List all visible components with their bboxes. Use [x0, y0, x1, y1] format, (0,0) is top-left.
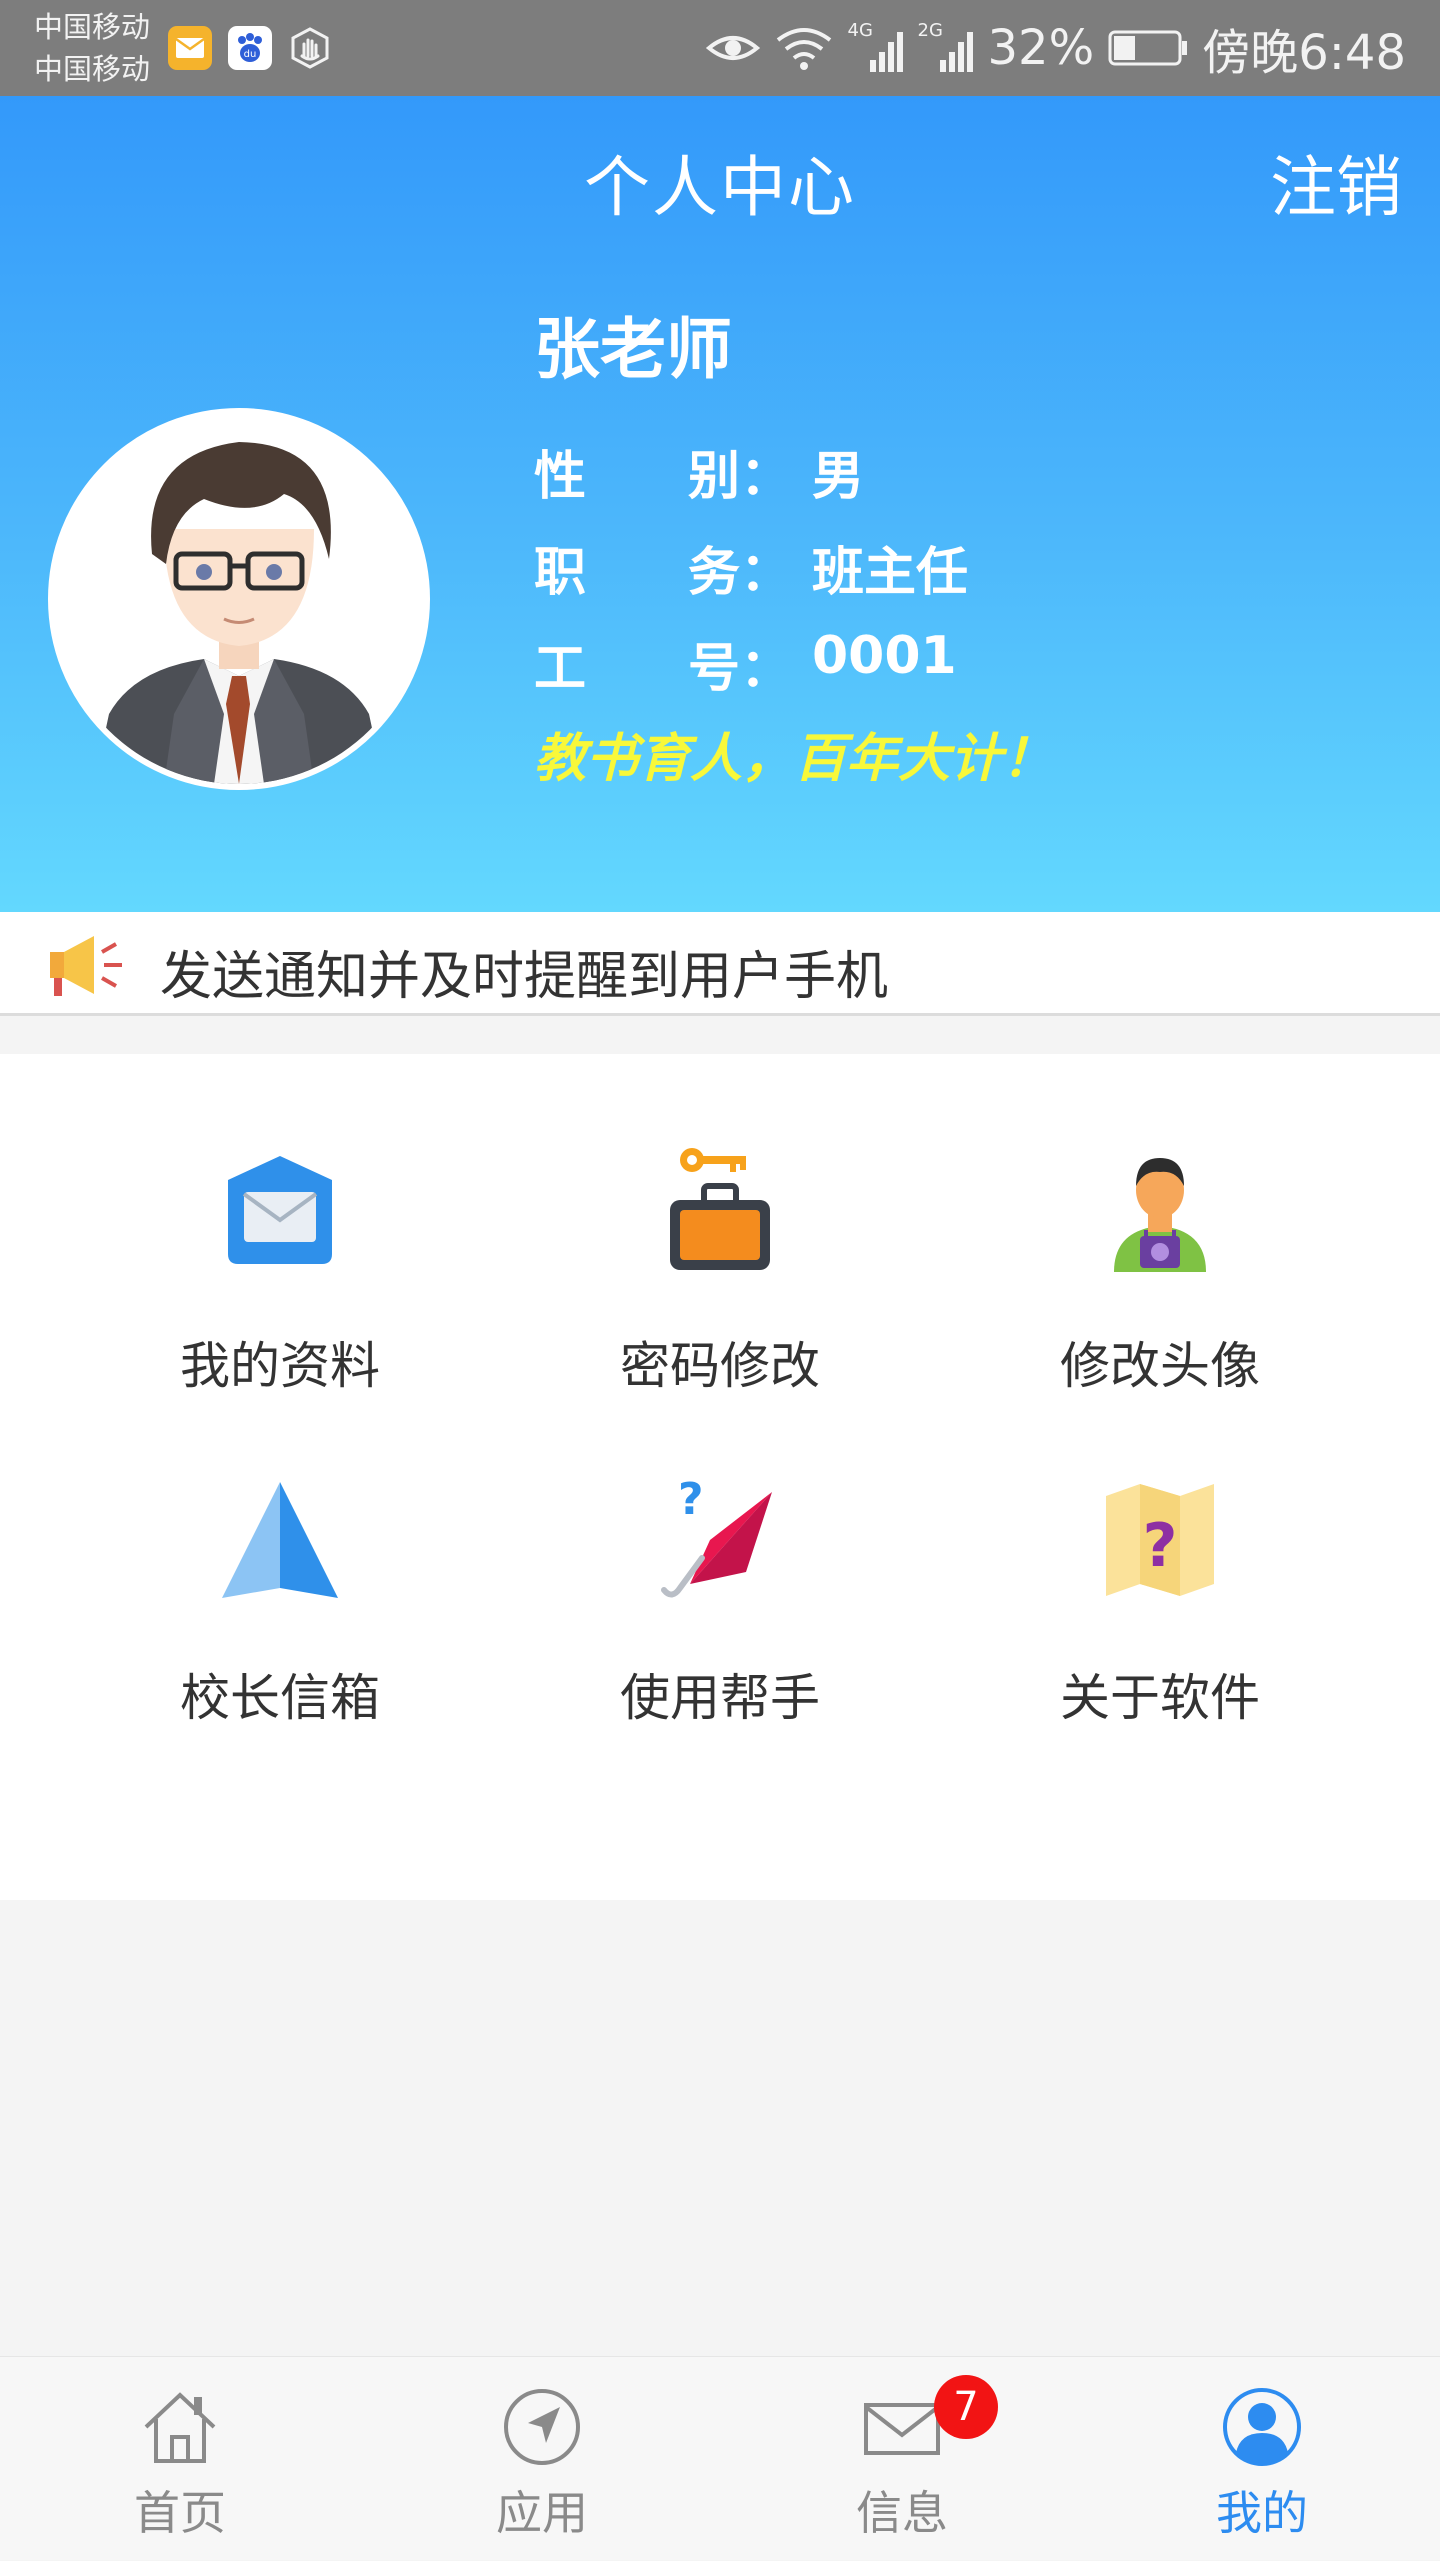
tab-messages[interactable]: 7 信息: [772, 2357, 1032, 2561]
menu-item-user-helper[interactable]: ? 使用帮手: [500, 1478, 940, 1778]
home-icon: [144, 2392, 216, 2463]
tab-label: 信息: [856, 2486, 948, 2540]
menu-label: 修改头像: [1060, 1337, 1260, 1395]
menu-label: 校长信箱: [180, 1669, 380, 1727]
baidu-app-icon: du: [228, 26, 272, 70]
mail-icon: [864, 2403, 940, 2455]
wifi-icon: [776, 28, 831, 70]
svg-text:?: ?: [678, 1478, 704, 1525]
profile-header: 个人中心 注销 张老师 性 别： 男 职 务： 班主任 工 号： 0001 教书…: [0, 96, 1440, 912]
umbrella-question-icon: ?: [661, 1478, 772, 1598]
signal-icon-2: 2G: [918, 20, 974, 76]
status-bar: 中国移动 中国移动 du 4G 2G 32% 傍晚6:48: [0, 0, 1440, 96]
staff-id-value: 0001: [812, 626, 957, 686]
unread-badge: 7: [934, 2375, 998, 2439]
logout-button[interactable]: 注销: [1270, 134, 1402, 230]
page-title: 个人中心: [584, 149, 856, 226]
menu-grid: 我的资料 密码修改 修改头像 校长信箱 ? 使用帮手 ? 关于软件: [0, 1054, 1440, 1900]
notice-text: 发送通知并及时提醒到用户手机: [160, 947, 889, 1007]
staff-id-label-b: 号：: [688, 639, 793, 699]
menu-item-change-avatar[interactable]: 修改头像: [940, 1146, 1380, 1446]
motto: 教书育人，百年大计！: [534, 729, 1055, 789]
tab-mine[interactable]: 我的: [1132, 2357, 1392, 2561]
tab-label: 首页: [134, 2486, 226, 2540]
carrier-2: 中国移动: [34, 52, 151, 86]
tab-apps[interactable]: 应用: [412, 2357, 672, 2561]
menu-item-principal-mailbox[interactable]: 校长信箱: [60, 1478, 500, 1778]
status-indicators: 4G 2G 32% 傍晚6:48: [705, 0, 1406, 96]
menu-label: 使用帮手: [620, 1669, 820, 1727]
svg-text:du: du: [244, 49, 257, 60]
staff-id-label-a: 工: [534, 639, 587, 699]
menu-label: 关于软件: [1060, 1669, 1260, 1727]
battery-percent: 32%: [987, 20, 1095, 76]
eye-icon: [705, 36, 760, 60]
menu-label: 密码修改: [620, 1337, 820, 1395]
gender-label-b: 别：: [688, 447, 793, 507]
map-question-icon: ?: [1106, 1484, 1214, 1596]
menu-item-about-software[interactable]: ? 关于软件: [940, 1478, 1380, 1778]
bottom-tab-bar: 首页 应用 7 信息 我的: [0, 2356, 1440, 2560]
key-briefcase-icon: [670, 1148, 770, 1270]
notice-bar[interactable]: 发送通知并及时提醒到用户手机: [0, 912, 1440, 1016]
envelope-icon: [228, 1156, 332, 1264]
menu-item-change-password[interactable]: 密码修改: [500, 1146, 940, 1446]
tab-label: 我的: [1216, 2486, 1308, 2540]
tab-label: 应用: [496, 2486, 588, 2540]
tab-home[interactable]: 首页: [50, 2357, 310, 2561]
gender-value: 男: [812, 447, 865, 507]
position-label-a: 职: [534, 543, 587, 603]
svg-text:?: ?: [1143, 1511, 1178, 1581]
menu-item-my-profile[interactable]: 我的资料: [60, 1146, 500, 1446]
hand-app-icon: [288, 26, 332, 70]
battery-icon: [1108, 30, 1188, 66]
position-label-b: 务：: [688, 543, 793, 603]
teacher-name: 张老师: [534, 311, 732, 388]
navigation-arrow-icon: [222, 1482, 338, 1598]
megaphone-icon: [50, 936, 122, 996]
clock: 傍晚6:48: [1202, 25, 1406, 81]
compass-icon: [504, 2389, 580, 2465]
menu-label: 我的资料: [180, 1337, 380, 1395]
user-icon: [1223, 2388, 1301, 2466]
signal-icon-1: 4G: [848, 20, 904, 76]
person-camera-icon: [1114, 1158, 1206, 1272]
carrier-info: 中国移动 中国移动: [34, 6, 150, 90]
mail-app-icon: [168, 26, 212, 70]
position-value: 班主任: [812, 543, 969, 603]
carrier-1: 中国移动: [34, 10, 151, 44]
avatar[interactable]: [48, 408, 430, 790]
gender-label-a: 性: [534, 447, 587, 507]
